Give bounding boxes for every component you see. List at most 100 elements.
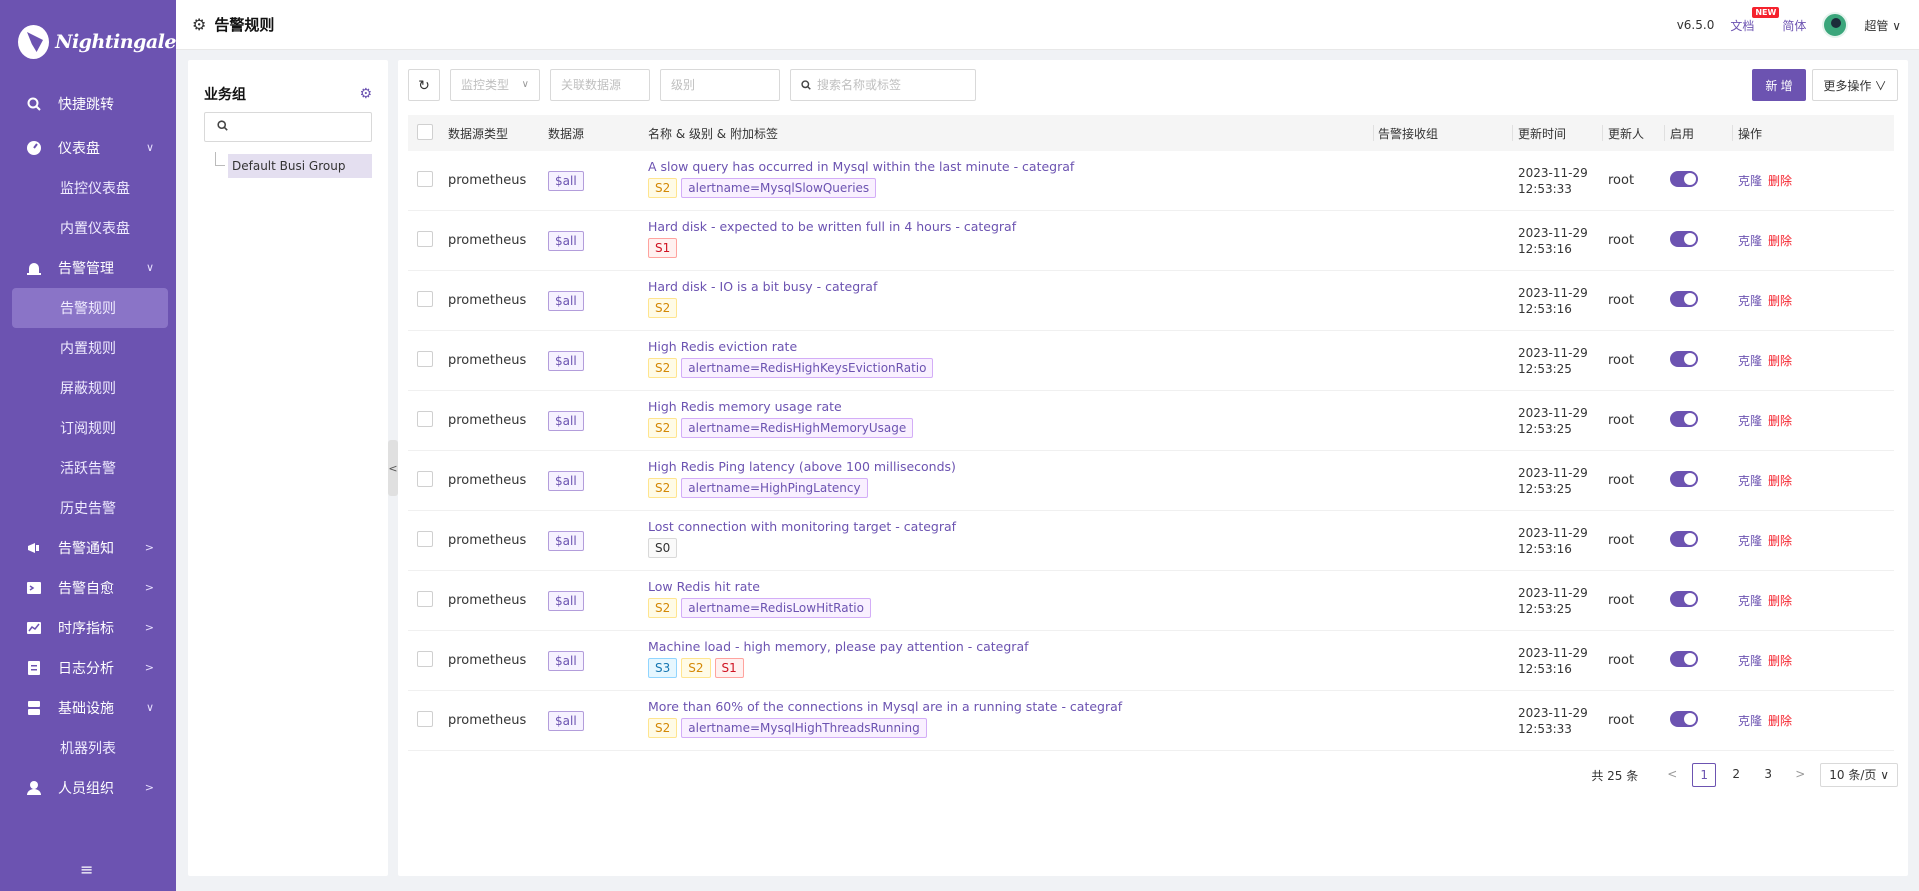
column-header: 数据源类型 — [448, 126, 509, 141]
sidebar-item-log-analysis[interactable]: 日志分析 > — [0, 648, 176, 688]
row-checkbox[interactable] — [417, 350, 433, 371]
row-actions: 克隆 删除 — [1738, 232, 1792, 249]
sidebar-item-active-alerts[interactable]: 活跃告警 — [0, 448, 176, 488]
rule-info: Machine load - high memory, please pay a… — [648, 639, 1029, 678]
delete-button[interactable]: 删除 — [1768, 474, 1792, 488]
sidebar-item-alert-management[interactable]: 告警管理 ∨ — [0, 248, 176, 288]
sidebar-item-mute-rules[interactable]: 屏蔽规则 — [0, 368, 176, 408]
sidebar-item-monitor-dashboard[interactable]: 监控仪表盘 — [0, 168, 176, 208]
sidebar-item-infrastructure[interactable]: 基础设施 ∨ — [0, 688, 176, 728]
sidebar-item-subscribe-rules[interactable]: 订阅规则 — [0, 408, 176, 448]
clone-button[interactable]: 克隆 — [1738, 354, 1762, 368]
enable-toggle[interactable] — [1670, 470, 1698, 491]
clone-button[interactable]: 克隆 — [1738, 534, 1762, 548]
enable-toggle[interactable] — [1670, 290, 1698, 311]
page-1-button[interactable]: 1 — [1692, 763, 1717, 787]
delete-button[interactable]: 删除 — [1768, 594, 1792, 608]
delete-button[interactable]: 删除 — [1768, 534, 1792, 548]
clone-button[interactable]: 克隆 — [1738, 474, 1762, 488]
row-actions: 克隆 删除 — [1738, 172, 1792, 189]
sidebar-item-alert-rules[interactable]: 告警规则 — [12, 288, 168, 328]
language-switch[interactable]: 简体 — [1782, 17, 1806, 34]
page-size-select[interactable]: 10 条/页 ∨ — [1820, 763, 1898, 787]
sidebar-item-alert-notify[interactable]: 告警通知 > — [0, 528, 176, 568]
rule-name-link[interactable]: High Redis eviction rate — [648, 339, 933, 354]
prev-page-button[interactable]: < — [1660, 763, 1684, 787]
sidebar-item-machine-list[interactable]: 机器列表 — [0, 728, 176, 768]
avatar[interactable] — [1822, 12, 1849, 38]
delete-button[interactable]: 删除 — [1768, 294, 1792, 308]
page-3-button[interactable]: 3 — [1756, 763, 1780, 787]
datasource-value: $all — [548, 410, 584, 431]
sidebar-item-metrics[interactable]: 时序指标 > — [0, 608, 176, 648]
rule-name-link[interactable]: Machine load - high memory, please pay a… — [648, 639, 1029, 654]
row-checkbox[interactable] — [417, 530, 433, 551]
row-checkbox[interactable] — [417, 290, 433, 311]
rule-name-link[interactable]: Low Redis hit rate — [648, 579, 871, 594]
docs-link[interactable]: 文档 NEW — [1730, 6, 1780, 34]
sidebar-item-organization[interactable]: 人员组织 > — [0, 768, 176, 808]
logo[interactable]: Nightingale — [0, 0, 176, 84]
settings-gear-icon[interactable]: ⚙ — [359, 86, 372, 102]
enable-toggle[interactable] — [1670, 350, 1698, 371]
monitor-type-select[interactable]: 监控类型 ∨ — [450, 69, 540, 101]
menu-collapse-icon[interactable]: ≡ — [80, 860, 93, 879]
delete-button[interactable]: 删除 — [1768, 234, 1792, 248]
row-checkbox[interactable] — [417, 470, 433, 491]
panel-splitter[interactable]: < — [388, 440, 398, 496]
user-menu[interactable]: 超管 ∨ — [1864, 17, 1901, 34]
sidebar-item-self-healing[interactable]: 告警自愈 > — [0, 568, 176, 608]
enable-toggle[interactable] — [1670, 590, 1698, 611]
enable-toggle[interactable] — [1670, 710, 1698, 731]
delete-button[interactable]: 删除 — [1768, 354, 1792, 368]
sidebar-item-builtin-dashboard[interactable]: 内置仪表盘 — [0, 208, 176, 248]
add-rule-button[interactable]: 新 增 — [1752, 69, 1806, 101]
delete-button[interactable]: 删除 — [1768, 414, 1792, 428]
label-tag: alertname=RedisHighKeysEvictionRatio — [681, 358, 934, 378]
sidebar-item-quick-jump[interactable]: 快捷跳转 — [0, 84, 176, 124]
column-divider — [1512, 125, 1513, 141]
enable-toggle[interactable] — [1670, 410, 1698, 431]
row-checkbox[interactable] — [417, 590, 433, 611]
rule-name-link[interactable]: Lost connection with monitoring target -… — [648, 519, 956, 534]
row-checkbox[interactable] — [417, 650, 433, 671]
delete-button[interactable]: 删除 — [1768, 714, 1792, 728]
clone-button[interactable]: 克隆 — [1738, 594, 1762, 608]
clone-button[interactable]: 克隆 — [1738, 654, 1762, 668]
more-actions-button[interactable]: 更多操作 ∨ — [1812, 69, 1898, 101]
clone-button[interactable]: 克隆 — [1738, 174, 1762, 188]
row-checkbox[interactable] — [417, 410, 433, 431]
rule-name-link[interactable]: Hard disk - expected to be written full … — [648, 219, 1016, 234]
clone-button[interactable]: 克隆 — [1738, 414, 1762, 428]
next-page-button[interactable]: > — [1788, 763, 1812, 787]
delete-button[interactable]: 删除 — [1768, 174, 1792, 188]
row-checkbox[interactable] — [417, 230, 433, 251]
rule-name-link[interactable]: More than 60% of the connections in Mysq… — [648, 699, 1122, 714]
delete-button[interactable]: 删除 — [1768, 654, 1792, 668]
page-2-button[interactable]: 2 — [1724, 763, 1748, 787]
datasource-select[interactable]: 关联数据源 — [550, 69, 650, 101]
clone-button[interactable]: 克隆 — [1738, 714, 1762, 728]
enable-toggle[interactable] — [1670, 170, 1698, 191]
rule-name-link[interactable]: A slow query has occurred in Mysql withi… — [648, 159, 1074, 174]
sidebar-item-dashboard[interactable]: 仪表盘 ∨ — [0, 128, 176, 168]
sidebar-item-builtin-rules[interactable]: 内置规则 — [0, 328, 176, 368]
clone-button[interactable]: 克隆 — [1738, 294, 1762, 308]
tree-node-default-busi-group[interactable]: Default Busi Group — [228, 154, 372, 178]
enable-toggle[interactable] — [1670, 530, 1698, 551]
enable-toggle[interactable] — [1670, 650, 1698, 671]
enable-toggle[interactable] — [1670, 230, 1698, 251]
sidebar-item-history-alerts[interactable]: 历史告警 — [0, 488, 176, 528]
rule-name-link[interactable]: Hard disk - IO is a bit busy - categraf — [648, 279, 877, 294]
level-select[interactable]: 级别 — [660, 69, 780, 101]
clone-button[interactable]: 克隆 — [1738, 234, 1762, 248]
rule-name-link[interactable]: High Redis memory usage rate — [648, 399, 913, 414]
busi-group-search-input[interactable] — [204, 112, 372, 142]
row-checkbox[interactable] — [417, 710, 433, 731]
rule-name-link[interactable]: High Redis Ping latency (above 100 milli… — [648, 459, 956, 474]
rule-search-input[interactable]: 搜索名称或标签 — [790, 69, 976, 101]
select-all-checkbox[interactable] — [417, 123, 433, 143]
row-checkbox[interactable] — [417, 170, 433, 191]
refresh-button[interactable]: ↻ — [408, 69, 440, 101]
server-icon — [26, 700, 42, 716]
